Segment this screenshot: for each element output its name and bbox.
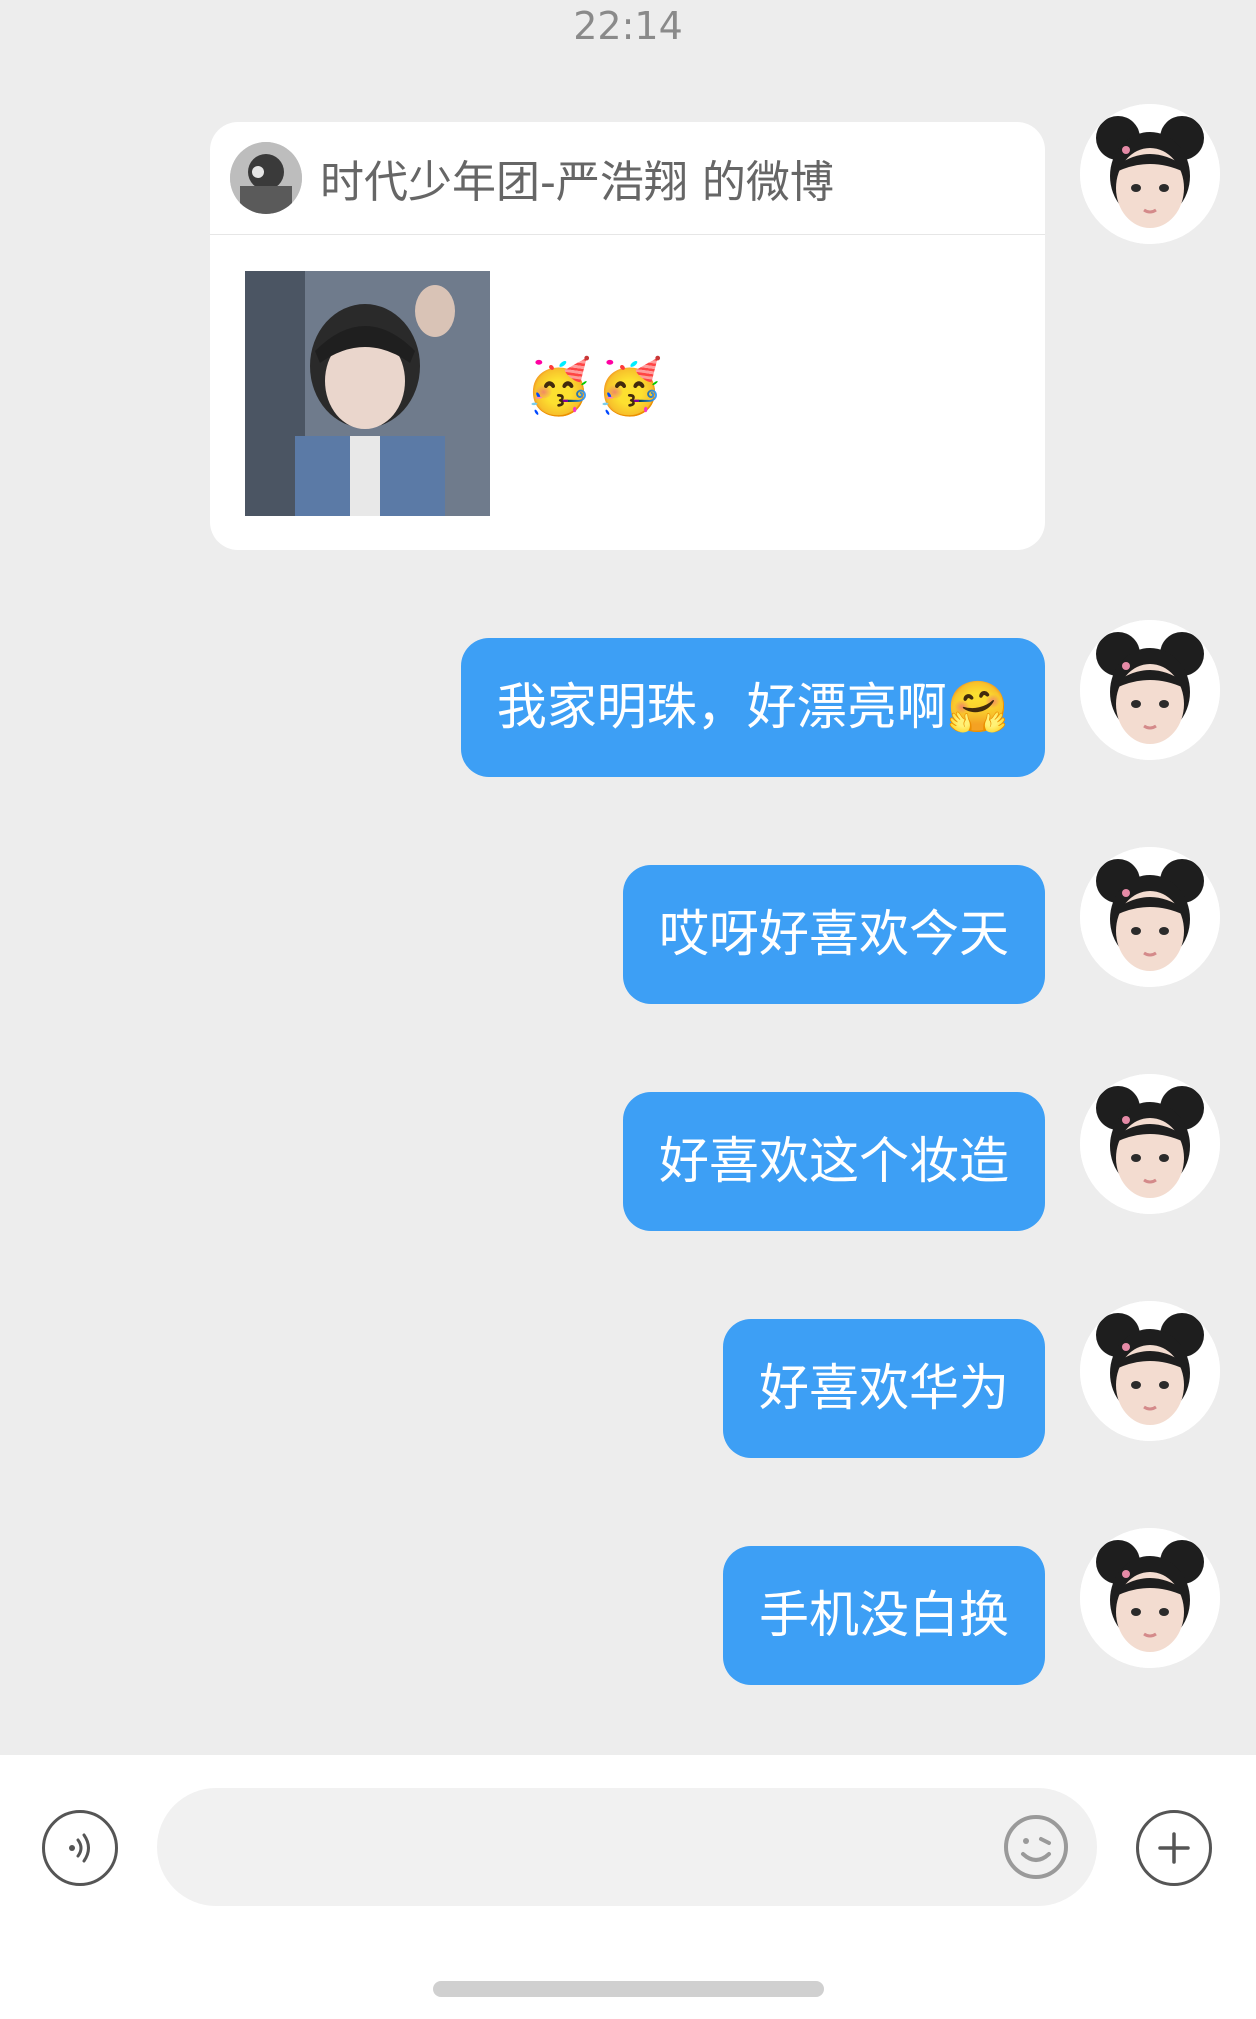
message-bubble[interactable]: 哎呀好喜欢今天 — [623, 865, 1045, 1004]
message-input[interactable] — [157, 1788, 1097, 1906]
user-avatar[interactable] — [1080, 620, 1220, 760]
shared-weibo-card[interactable]: 时代少年团-严浩翔 的微博 🥳🥳 — [210, 122, 1045, 550]
emoji-button[interactable] — [1003, 1814, 1069, 1880]
user-avatar[interactable] — [1080, 1074, 1220, 1214]
message-bubble[interactable]: 好喜欢这个妆造 — [623, 1092, 1045, 1231]
weibo-card-emoji: 🥳🥳 — [525, 355, 668, 418]
voice-button[interactable] — [42, 1810, 118, 1886]
weibo-card-title: 时代少年团-严浩翔 的微博 — [320, 157, 834, 208]
message-timestamp: 22:14 — [573, 4, 683, 48]
message-bubble[interactable]: 手机没白换 — [723, 1546, 1045, 1685]
weibo-author-avatar — [230, 142, 302, 214]
user-avatar[interactable] — [1080, 1301, 1220, 1441]
user-avatar[interactable] — [1080, 104, 1220, 244]
user-avatar[interactable] — [1080, 847, 1220, 987]
weibo-photo[interactable] — [245, 271, 490, 516]
message-bubble[interactable]: 好喜欢华为 — [723, 1319, 1045, 1458]
more-actions-button[interactable] — [1136, 1810, 1212, 1886]
message-bubble[interactable]: 我家明珠，好漂亮啊🤗 — [460, 638, 1045, 777]
home-indicator[interactable] — [433, 1981, 824, 1997]
user-avatar[interactable] — [1080, 1528, 1220, 1668]
plus-icon — [1158, 1832, 1190, 1864]
voice-icon — [69, 1833, 90, 1863]
emoji-icon — [1004, 1815, 1068, 1879]
